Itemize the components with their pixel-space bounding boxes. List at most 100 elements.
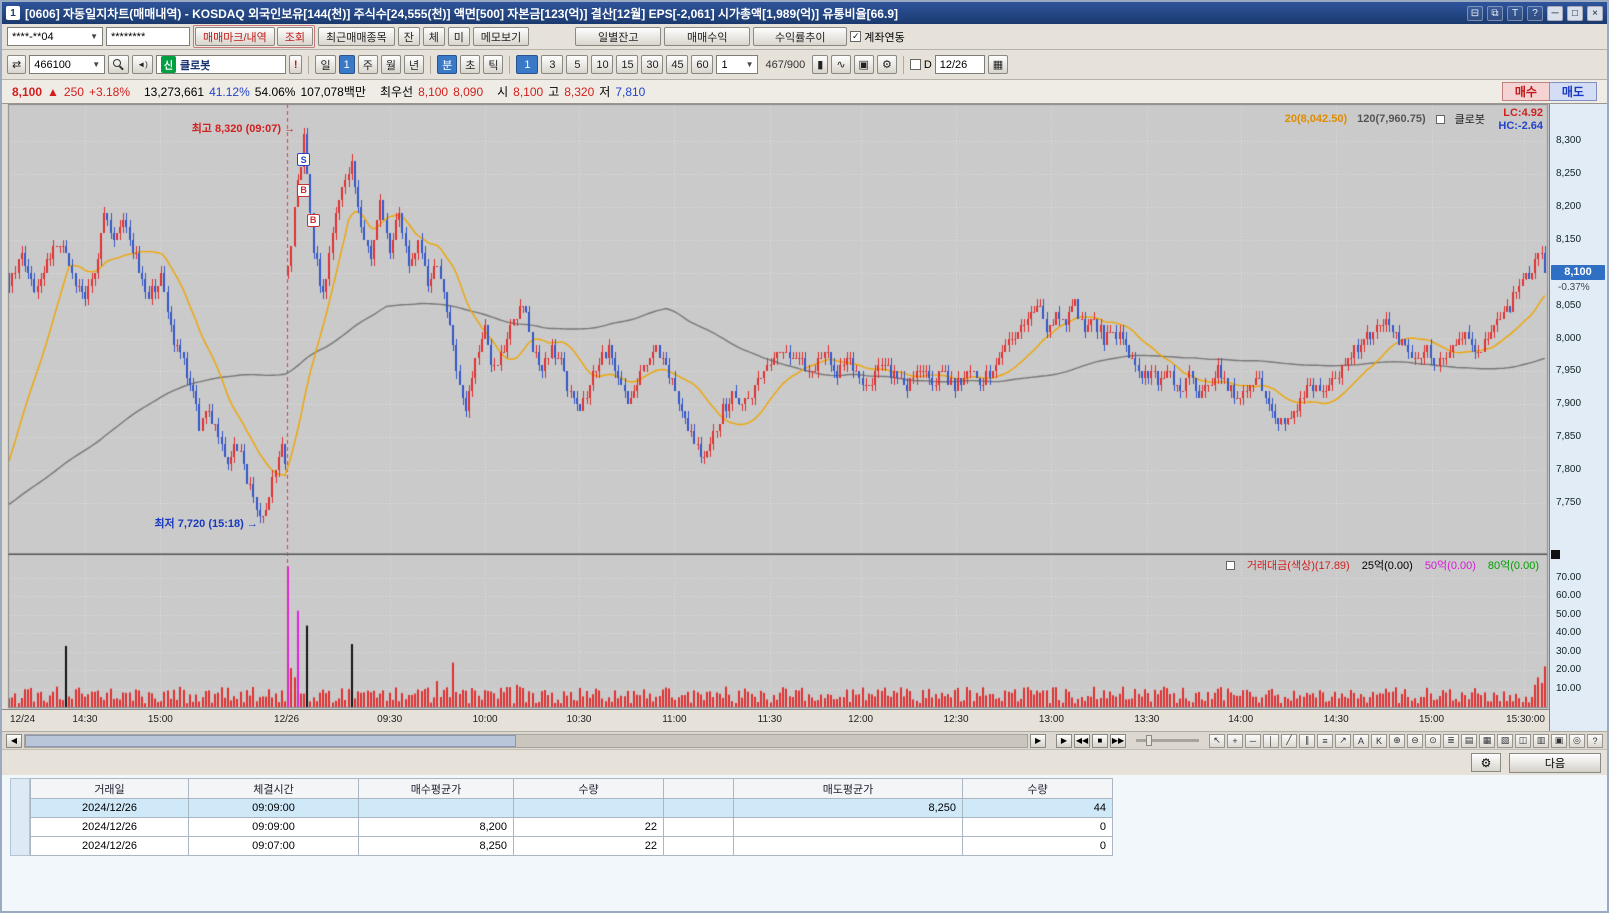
minute-30-button[interactable]: 30 [641,55,664,74]
trendline-icon[interactable]: ╱ [1280,733,1297,748]
zoom-out-icon[interactable]: ⊖ [1406,733,1423,748]
d-checkbox[interactable]: D [909,59,932,71]
period-day-button[interactable]: 일 [315,55,336,74]
date-input[interactable]: 12/26 [934,55,985,74]
grid-style-icon[interactable]: ▦ [1478,733,1495,748]
vertical-line-icon[interactable]: │ [1262,733,1279,748]
stock-name-field: 신 클로봇 [155,55,286,74]
table-header-row: 거래일 체결시간 매수평균가 수량 매도평균가 수량 [30,778,1113,799]
minute-10-button[interactable]: 10 [591,55,614,74]
crosshair-icon[interactable]: + [1226,733,1243,748]
table-row[interactable]: 2024/12/26 09:09:00 8,200 22 0 [30,817,1113,837]
recent-trades-button[interactable]: 최근매매종목 [318,27,395,46]
dock-icon[interactable]: ⊟ [1467,5,1483,21]
minute-1-button[interactable]: 1 [516,55,539,74]
up-arrow-icon: ▲ [47,84,59,99]
zoom-reset-icon[interactable]: ⊙ [1424,733,1441,748]
print-icon[interactable]: ▥ [1532,733,1549,748]
trade-mark-button[interactable]: 매매마크/내역 [195,27,275,46]
minute-5-button[interactable]: 5 [566,55,589,74]
stock-code-input[interactable]: 466100 ▼ [29,55,106,74]
filled-button[interactable]: 체 [422,27,445,46]
scroll-left-icon[interactable]: ◀ [6,733,22,748]
parallel-channel-icon[interactable]: ∥ [1298,733,1315,748]
rewind-button[interactable]: ◀◀ [1073,733,1090,748]
best-bid: 8,090 [453,84,484,99]
replay-speed-slider[interactable] [1135,735,1199,746]
slider-knob[interactable] [1145,735,1152,746]
font-size-icon[interactable]: T [1507,5,1523,21]
balance-button[interactable]: 잔 [397,27,420,46]
sell-button[interactable]: 매도 [1549,82,1597,101]
account-link-checkbox[interactable]: ✓ 계좌연동 [850,29,905,45]
alert-button[interactable]: ! [288,55,303,74]
transfer-icon[interactable]: ⇄ [7,55,27,74]
save-image-icon[interactable]: ▣ [1550,733,1567,748]
ma-line-icon[interactable]: ∿ [831,55,851,74]
compare-icon[interactable]: ◫ [1514,733,1531,748]
copy-screen-icon[interactable]: ⧉ [1487,5,1503,21]
maximize-button[interactable]: □ [1567,5,1583,21]
table-row[interactable]: 2024/12/26 09:09:00 8,250 44 [30,798,1113,818]
unfilled-button[interactable]: 미 [447,27,470,46]
data-count-label: 467/900 [765,58,806,71]
fibonacci-icon[interactable]: ≡ [1316,733,1333,748]
cell-fill-time: 09:07:00 [188,836,359,856]
capture-icon[interactable]: ◎ [1568,733,1585,748]
trade-profit-button[interactable]: 매매수익 [664,27,751,46]
zoom-in-icon[interactable]: ⊕ [1388,733,1405,748]
candlestick-chart[interactable] [2,104,1549,709]
speaker-icon[interactable]: ◄) [132,55,153,74]
minimize-button[interactable]: ─ [1547,5,1563,21]
next-button[interactable]: 다음 [1509,752,1601,773]
type-second-button[interactable]: 초 [460,55,481,74]
pattern-icon[interactable]: ▤ [1460,733,1477,748]
password-input[interactable] [106,27,190,46]
search-icon[interactable] [108,55,130,74]
play-button[interactable]: ▶ [1055,733,1072,748]
scroll-right-icon[interactable]: ▶ [1030,733,1046,748]
type-tick-button[interactable]: 틱 [483,55,504,74]
help-icon[interactable]: ? [1527,5,1543,21]
candle-style-icon[interactable]: ▮ [812,55,829,74]
period-week-button[interactable]: 주 [357,55,378,74]
query-button[interactable]: 조회 [276,27,314,46]
period-month-button[interactable]: 월 [380,55,401,74]
minute-15-button[interactable]: 15 [616,55,639,74]
settings-gear-button[interactable]: ⚙ [1471,753,1501,772]
help-tool-icon[interactable]: ? [1586,733,1603,748]
custom-minute-select[interactable]: 1 ▼ [716,55,759,74]
grab-icon[interactable]: ↖ [1208,733,1225,748]
chart-settings-icon[interactable]: ⚙ [876,55,897,74]
horizontal-line-icon[interactable]: ─ [1244,733,1261,748]
price-axis-label: 8,200 [1556,200,1582,212]
type-minute-button[interactable]: 분 [437,55,458,74]
profit-trend-button[interactable]: 수익률추이 [753,27,848,46]
daily-balance-button[interactable]: 일별잔고 [575,27,662,46]
period-year-button[interactable]: 년 [403,55,425,74]
memo-button[interactable]: 메모보기 [472,27,530,46]
account-toolbar: ****-**04▼ 매매마크/내역 조회 최근매매종목 잔 체 미 메모보기 … [2,24,1607,50]
minute-3-button[interactable]: 3 [541,55,564,74]
fast-forward-button[interactable]: ▶▶ [1109,733,1126,748]
arrow-tool-icon[interactable]: ↗ [1334,733,1351,748]
chart-scrollbar[interactable] [23,733,1029,748]
close-button[interactable]: × [1587,5,1603,21]
splitter-handle[interactable] [1551,550,1560,559]
k-tool-icon[interactable]: K [1370,733,1387,748]
account-select[interactable]: ****-**04 ▼ [7,27,103,46]
price-axis[interactable]: 8,300 8,250 8,200 8,150 8,100 8,050 8,000 7,950… [1549,104,1607,731]
minute-45-button[interactable]: 45 [666,55,689,74]
minute-60-button[interactable]: 60 [691,55,714,74]
chart-plot[interactable]: 최고 8,320 (09:07) → 최저 7,720 (15:18) → 20… [2,104,1549,731]
text-tool-icon[interactable]: A [1352,733,1369,748]
table-row[interactable]: 2024/12/26 09:07:00 8,250 22 0 [30,836,1113,856]
scrollbar-thumb[interactable] [24,734,516,747]
period-count-field[interactable]: 1 [338,55,355,74]
calendar-icon[interactable]: ▦ [987,55,1009,74]
indicator-list-icon[interactable]: ≣ [1442,733,1459,748]
save-chart-icon[interactable]: ▣ [853,55,874,74]
buy-button[interactable]: 매수 [1501,82,1550,101]
panel-layout-icon[interactable]: ▧ [1496,733,1513,748]
stop-button[interactable]: ■ [1091,733,1108,748]
